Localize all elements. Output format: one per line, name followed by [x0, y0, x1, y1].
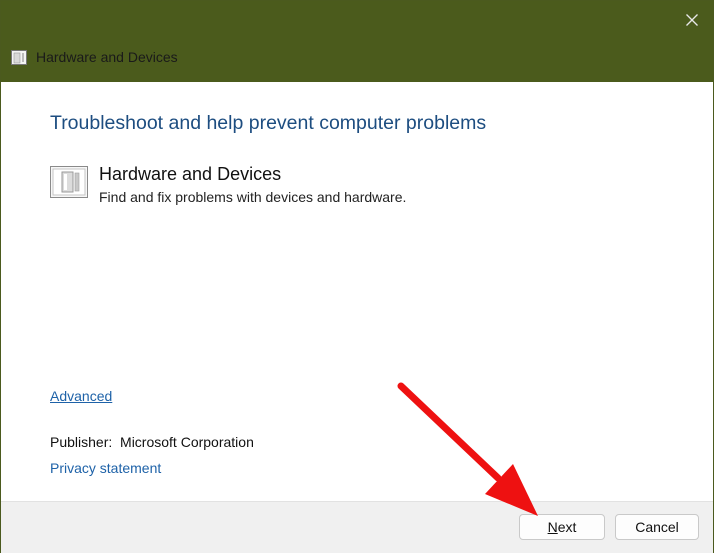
troubleshooter-title: Hardware and Devices [99, 164, 282, 184]
troubleshooter-description: Find and fix problems with devices and h… [99, 189, 407, 205]
hardware-device-icon [50, 166, 88, 198]
close-button[interactable] [677, 7, 707, 33]
page-heading: Troubleshoot and help prevent computer p… [50, 112, 487, 134]
privacy-statement-link[interactable]: Privacy statement [50, 460, 161, 476]
window-title: Hardware and Devices [36, 49, 178, 65]
publisher-info: Publisher: Microsoft Corporation [50, 434, 254, 450]
cancel-button[interactable]: Cancel [615, 514, 699, 540]
next-mnemonic: N [547, 519, 558, 535]
close-icon [686, 14, 698, 26]
advanced-link[interactable]: Advanced [50, 388, 112, 404]
content-area: Troubleshoot and help prevent computer p… [1, 82, 713, 501]
footer-bar: Next Cancel [1, 501, 713, 553]
next-button[interactable]: Next [519, 514, 605, 540]
troubleshooter-window: Hardware and Devices Troubleshoot and he… [0, 0, 714, 553]
hardware-app-icon [11, 50, 27, 65]
title-bar: Hardware and Devices [1, 1, 713, 82]
next-label: ext [557, 519, 577, 535]
